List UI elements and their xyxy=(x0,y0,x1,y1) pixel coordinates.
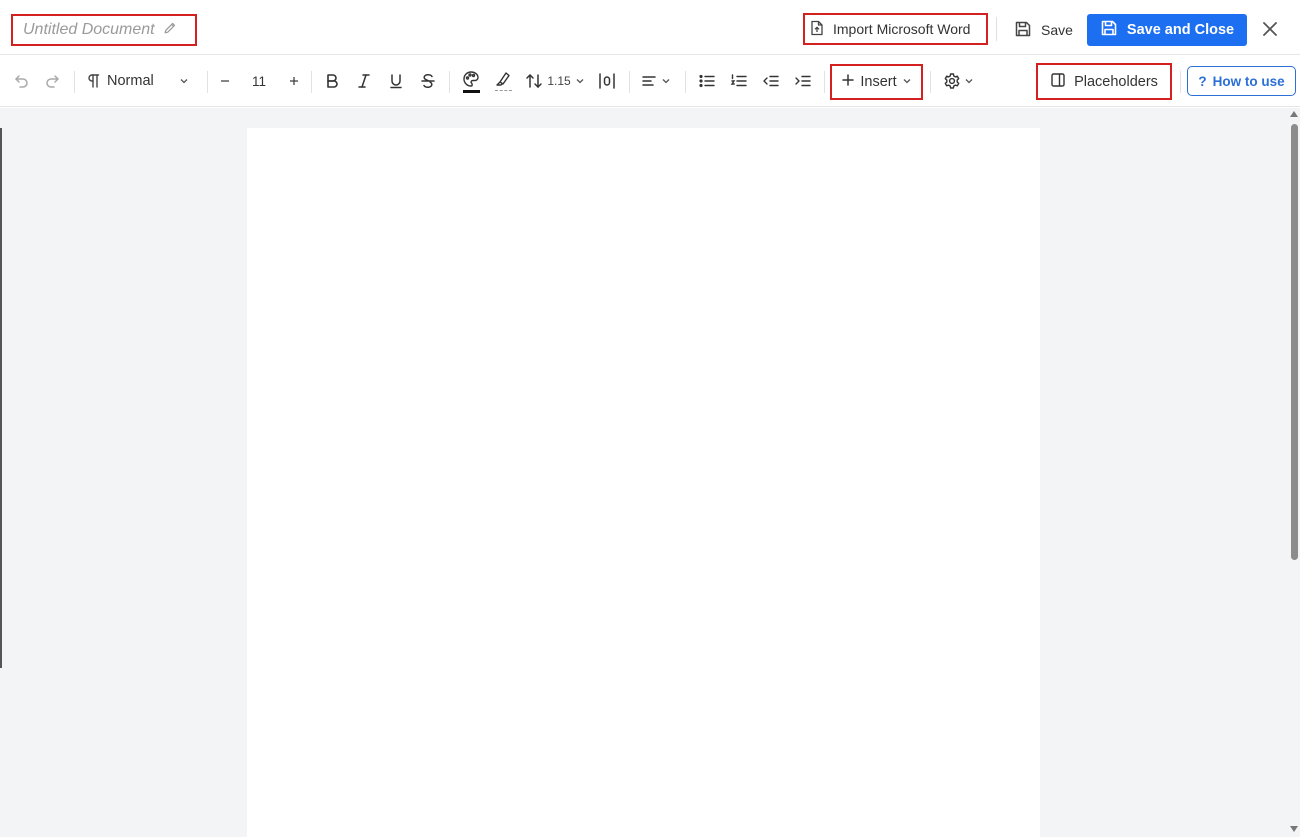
paragraph-style-value: Normal xyxy=(107,73,154,89)
document-page[interactable] xyxy=(247,128,1040,837)
how-to-use-button[interactable]: ? How to use xyxy=(1187,66,1296,96)
save-icon xyxy=(1014,20,1032,41)
highlight-button[interactable] xyxy=(491,55,515,107)
text-color-button[interactable] xyxy=(459,55,483,107)
save-icon xyxy=(1100,19,1118,41)
paragraph-icon xyxy=(86,73,100,89)
vertical-scrollbar[interactable] xyxy=(1288,108,1300,837)
align-left-icon xyxy=(641,73,657,89)
text-color-swatch xyxy=(462,89,480,93)
toolbar-divider xyxy=(74,71,75,93)
strikethrough-icon[interactable] xyxy=(417,55,439,107)
toolbar-divider xyxy=(629,71,630,93)
toolbar-divider xyxy=(449,71,450,93)
plus-icon xyxy=(841,73,855,91)
gear-icon xyxy=(943,72,961,90)
increase-font-size-button[interactable] xyxy=(284,55,304,107)
numbered-list-icon[interactable] xyxy=(728,55,750,107)
scroll-down-arrow-icon[interactable] xyxy=(1290,826,1298,832)
toolbar-divider xyxy=(207,71,208,93)
insert-button[interactable]: Insert xyxy=(830,64,923,100)
undo-icon[interactable] xyxy=(10,55,32,107)
document-workspace xyxy=(0,108,1300,837)
sidebar-panel-icon xyxy=(1050,72,1066,92)
file-upload-icon xyxy=(809,20,825,39)
bullet-list-icon[interactable] xyxy=(696,55,718,107)
settings-select[interactable] xyxy=(940,55,976,107)
chevron-down-icon xyxy=(661,76,671,86)
font-size-value: 11 xyxy=(251,73,266,89)
editor-header: Untitled Document Import Microsoft Word … xyxy=(0,0,1300,55)
header-divider xyxy=(996,17,997,41)
how-to-use-label: How to use xyxy=(1212,73,1285,89)
outdent-icon[interactable] xyxy=(760,55,782,107)
paragraph-style-select[interactable]: Normal xyxy=(86,55,196,107)
document-title-text[interactable]: Untitled Document xyxy=(23,21,155,39)
pencil-icon[interactable] xyxy=(163,21,177,40)
highlight-swatch xyxy=(494,90,512,92)
formatting-toolbar: Normal 11 1.15 Insert Placeholders ? How… xyxy=(0,55,1300,107)
toolbar-divider xyxy=(1180,71,1181,93)
bold-icon[interactable] xyxy=(321,55,343,107)
toolbar-divider xyxy=(824,71,825,93)
line-spacing-icon xyxy=(525,72,543,90)
insert-label: Insert xyxy=(860,74,897,90)
save-label: Save xyxy=(1041,22,1073,38)
import-word-label: Import Microsoft Word xyxy=(833,21,971,37)
redo-icon[interactable] xyxy=(42,55,64,107)
align-select[interactable] xyxy=(638,55,674,107)
text-direction-icon[interactable] xyxy=(596,55,618,107)
save-button[interactable]: Save xyxy=(1010,14,1077,46)
chevron-down-icon xyxy=(902,74,912,90)
underline-icon[interactable] xyxy=(385,55,407,107)
chevron-down-icon xyxy=(179,76,189,86)
highlighter-icon xyxy=(494,70,512,88)
save-and-close-button[interactable]: Save and Close xyxy=(1087,14,1247,46)
line-spacing-value: 1.15 xyxy=(547,74,571,88)
toolbar-divider xyxy=(685,71,686,93)
scroll-up-arrow-icon[interactable] xyxy=(1290,111,1298,117)
import-word-button[interactable]: Import Microsoft Word xyxy=(803,13,988,45)
save-and-close-label: Save and Close xyxy=(1126,22,1235,38)
left-panel-edge xyxy=(0,128,2,668)
scrollbar-thumb[interactable] xyxy=(1291,124,1298,560)
palette-icon xyxy=(462,70,480,88)
font-size-input[interactable]: 11 xyxy=(244,55,274,107)
question-icon: ? xyxy=(1198,73,1207,89)
indent-icon[interactable] xyxy=(792,55,814,107)
placeholders-button[interactable]: Placeholders xyxy=(1036,63,1172,100)
placeholders-label: Placeholders xyxy=(1074,73,1158,90)
italic-icon[interactable] xyxy=(353,55,375,107)
decrease-font-size-button[interactable] xyxy=(215,55,235,107)
toolbar-divider xyxy=(930,71,931,93)
chevron-down-icon xyxy=(575,76,585,86)
line-spacing-select[interactable]: 1.15 xyxy=(525,55,585,107)
chevron-down-icon xyxy=(964,76,974,86)
close-icon[interactable] xyxy=(1259,18,1281,40)
document-title[interactable]: Untitled Document xyxy=(11,14,197,46)
toolbar-divider xyxy=(311,71,312,93)
